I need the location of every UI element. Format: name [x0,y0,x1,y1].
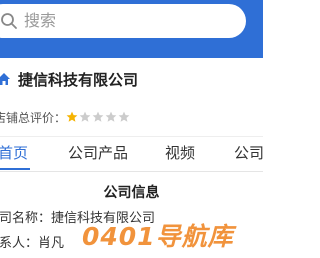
home-icon[interactable] [0,72,11,86]
search-placeholder: 搜索 [24,11,57,30]
star-empty-icon [105,111,117,122]
tab-home[interactable]: 首页 [0,143,28,163]
active-tab-indicator [0,168,30,170]
shop-name: 捷信科技有限公司 [18,71,139,89]
search-input[interactable]: 搜索 [0,4,246,38]
section-title: 公司信息 [103,185,160,201]
tabs-divider [0,171,263,172]
contact-line: 联系人：肖凡 [0,236,65,251]
shop-rating: 店铺总评价： [0,108,263,128]
star-empty-icon [92,111,104,122]
star-empty-icon [118,111,130,122]
nav-tabs: 首页 公司产品 视频 公司 [0,137,264,171]
tab-products[interactable]: 公司产品 [68,143,128,163]
star-filled-icon [66,111,78,122]
search-icon [1,13,17,29]
tab-company[interactable]: 公司 [234,143,264,163]
rating-label: 店铺总评价： [0,111,67,125]
top-bar: 搜索 [0,0,263,58]
watermark: 0401导航库 [82,222,234,251]
tab-videos[interactable]: 视频 [165,143,195,163]
shop-header: 捷信科技有限公司 [0,66,263,94]
star-empty-icon [79,111,91,122]
rating-stars [66,111,131,125]
